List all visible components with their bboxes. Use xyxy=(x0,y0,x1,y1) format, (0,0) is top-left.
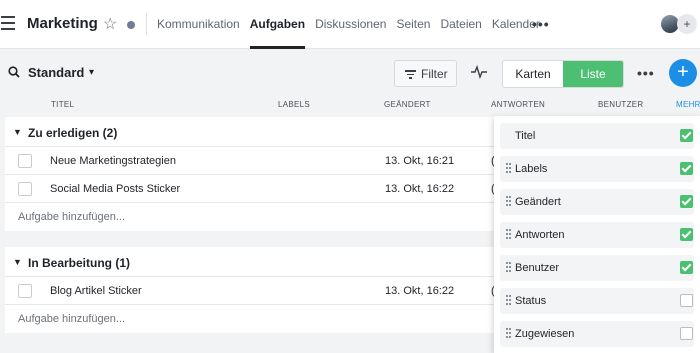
task-group-in-progress: ▼ In Bearbeitung (1) Blog Artikel Sticke… xyxy=(5,247,497,333)
column-checkbox[interactable] xyxy=(680,261,693,274)
task-checkbox[interactable] xyxy=(18,284,32,298)
column-header-title[interactable]: TITEL xyxy=(51,100,74,109)
task-group-todo: ▼ Zu erledigen (2) Neue Marketingstrateg… xyxy=(5,117,497,231)
filter-icon xyxy=(405,70,416,79)
cards-view-button[interactable]: Karten xyxy=(503,61,563,87)
task-title[interactable]: Neue Marketingstrategien xyxy=(50,155,176,167)
column-option-labels[interactable]: Labels xyxy=(500,156,694,182)
task-title[interactable]: Blog Artikel Sticker xyxy=(50,285,142,297)
view-toggle: Karten Liste xyxy=(502,60,624,88)
column-option-zugewiesen[interactable]: Zugewiesen xyxy=(500,321,694,347)
column-checkbox[interactable] xyxy=(680,228,693,241)
drag-handle-icon[interactable] xyxy=(506,163,512,175)
project-title: Marketing xyxy=(27,15,98,32)
list-view-button[interactable]: Liste xyxy=(563,61,623,87)
tab-kommunikation[interactable]: Kommunikation xyxy=(157,0,240,49)
filter-button[interactable]: Filter xyxy=(394,60,457,87)
column-option-antworten[interactable]: Antworten xyxy=(500,222,694,248)
add-member-button[interactable]: + xyxy=(677,14,697,34)
group-header[interactable]: ▼ Zu erledigen (2) xyxy=(5,117,497,147)
drag-handle-icon[interactable] xyxy=(506,196,512,208)
column-more-button[interactable]: MEHR xyxy=(676,100,700,109)
tab-bar: Kommunikation Aufgaben Diskussionen Seit… xyxy=(157,0,550,49)
table-row[interactable]: Neue Marketingstrategien 13. Okt, 16:21 … xyxy=(5,147,497,175)
column-header-replies[interactable]: ANTWORTEN xyxy=(491,100,545,109)
top-bar: Marketing ☆ Kommunikation Aufgaben Disku… xyxy=(0,0,700,49)
add-task-link[interactable]: Aufgabe hinzufügen... xyxy=(5,305,497,333)
column-checkbox[interactable] xyxy=(680,129,693,142)
task-checkbox[interactable] xyxy=(18,154,32,168)
search-icon[interactable] xyxy=(8,66,20,78)
column-checkbox[interactable] xyxy=(680,327,693,340)
task-title[interactable]: Social Media Posts Sticker xyxy=(50,183,180,195)
group-header[interactable]: ▼ In Bearbeitung (1) xyxy=(5,247,497,277)
column-header-labels[interactable]: LABELS xyxy=(278,100,310,109)
column-option-status[interactable]: Status xyxy=(500,288,694,314)
column-option-titel[interactable]: Titel xyxy=(500,123,694,149)
add-task-link[interactable]: Aufgabe hinzufügen... xyxy=(5,203,497,231)
chevron-down-icon[interactable]: ▾ xyxy=(89,67,94,78)
group-title: In Bearbeitung (1) xyxy=(28,256,131,270)
drag-handle-icon[interactable] xyxy=(506,229,512,241)
column-option-label: Titel xyxy=(515,130,536,142)
task-toolbar: Standard ▾ Filter Karten Liste ••• + xyxy=(0,49,700,97)
caret-down-icon[interactable]: ▼ xyxy=(13,257,22,267)
activity-icon[interactable] xyxy=(471,65,487,79)
add-task-label[interactable]: Aufgabe hinzufügen... xyxy=(18,313,125,325)
filter-label: Filter xyxy=(421,67,448,81)
group-title: Zu erledigen (2) xyxy=(28,126,118,140)
drag-handle-icon[interactable] xyxy=(506,328,512,340)
tab-aufgaben[interactable]: Aufgaben xyxy=(249,0,306,49)
task-changed: 13. Okt, 16:21 xyxy=(385,155,455,167)
view-selector[interactable]: Standard xyxy=(28,65,84,80)
menu-icon[interactable] xyxy=(1,16,15,30)
column-header-changed[interactable]: GEÄNDERT xyxy=(384,100,431,109)
column-checkbox[interactable] xyxy=(680,162,693,175)
task-changed: 13. Okt, 16:22 xyxy=(385,183,455,195)
column-option-label: Antworten xyxy=(515,229,565,241)
column-header-user[interactable]: BENUTZER xyxy=(598,100,644,109)
more-options-button[interactable]: ••• xyxy=(637,65,655,81)
drag-handle-icon[interactable] xyxy=(506,262,512,274)
add-task-label[interactable]: Aufgabe hinzufügen... xyxy=(18,211,125,223)
tab-dateien[interactable]: Dateien xyxy=(440,0,481,49)
more-tabs-button[interactable]: ••• xyxy=(532,16,550,32)
status-dot xyxy=(127,21,135,29)
column-checkbox[interactable] xyxy=(680,195,693,208)
column-option-label: Geändert xyxy=(515,196,561,208)
column-option-label: Status xyxy=(515,295,547,307)
star-icon[interactable]: ☆ xyxy=(103,14,117,34)
column-option-label: Zugewiesen xyxy=(515,328,575,340)
tab-diskussionen[interactable]: Diskussionen xyxy=(315,0,386,49)
table-row[interactable]: Social Media Posts Sticker 13. Okt, 16:2… xyxy=(5,175,497,203)
task-checkbox[interactable] xyxy=(18,182,32,196)
tab-seiten[interactable]: Seiten xyxy=(396,0,430,49)
column-option-label: Benutzer xyxy=(515,262,560,274)
column-checkbox[interactable] xyxy=(680,294,693,307)
task-changed: 13. Okt, 16:22 xyxy=(385,285,455,297)
add-task-button[interactable]: + xyxy=(669,59,697,87)
column-headers: TITEL LABELS GEÄNDERT ANTWORTEN BENUTZER… xyxy=(0,97,700,114)
drag-handle-icon[interactable] xyxy=(506,295,512,307)
divider xyxy=(146,13,147,35)
column-option-benutzer[interactable]: Benutzer xyxy=(500,255,694,281)
column-option-label: Labels xyxy=(515,163,548,175)
table-row[interactable]: Blog Artikel Sticker 13. Okt, 16:22 ( xyxy=(5,277,497,305)
caret-down-icon[interactable]: ▼ xyxy=(13,127,22,137)
column-picker-dropdown: Titel Labels Geändert Antworten Benutzer… xyxy=(494,116,700,353)
column-option-geaendert[interactable]: Geändert xyxy=(500,189,694,215)
